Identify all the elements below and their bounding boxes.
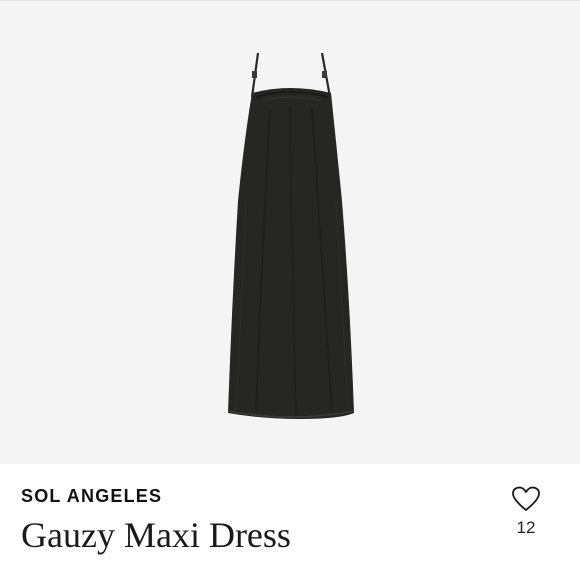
favorite-button[interactable]: 12	[504, 482, 548, 542]
product-card[interactable]: SOL ANGELES Gauzy Maxi Dress 12	[0, 0, 580, 580]
product-image[interactable]	[0, 0, 580, 464]
brand-name[interactable]: SOL ANGELES	[21, 486, 162, 507]
heart-outline-icon	[512, 486, 540, 511]
dress-image	[227, 52, 355, 419]
favorite-count: 12	[516, 518, 536, 537]
product-title[interactable]: Gauzy Maxi Dress	[21, 514, 291, 556]
product-info: SOL ANGELES Gauzy Maxi Dress 12	[0, 464, 580, 580]
